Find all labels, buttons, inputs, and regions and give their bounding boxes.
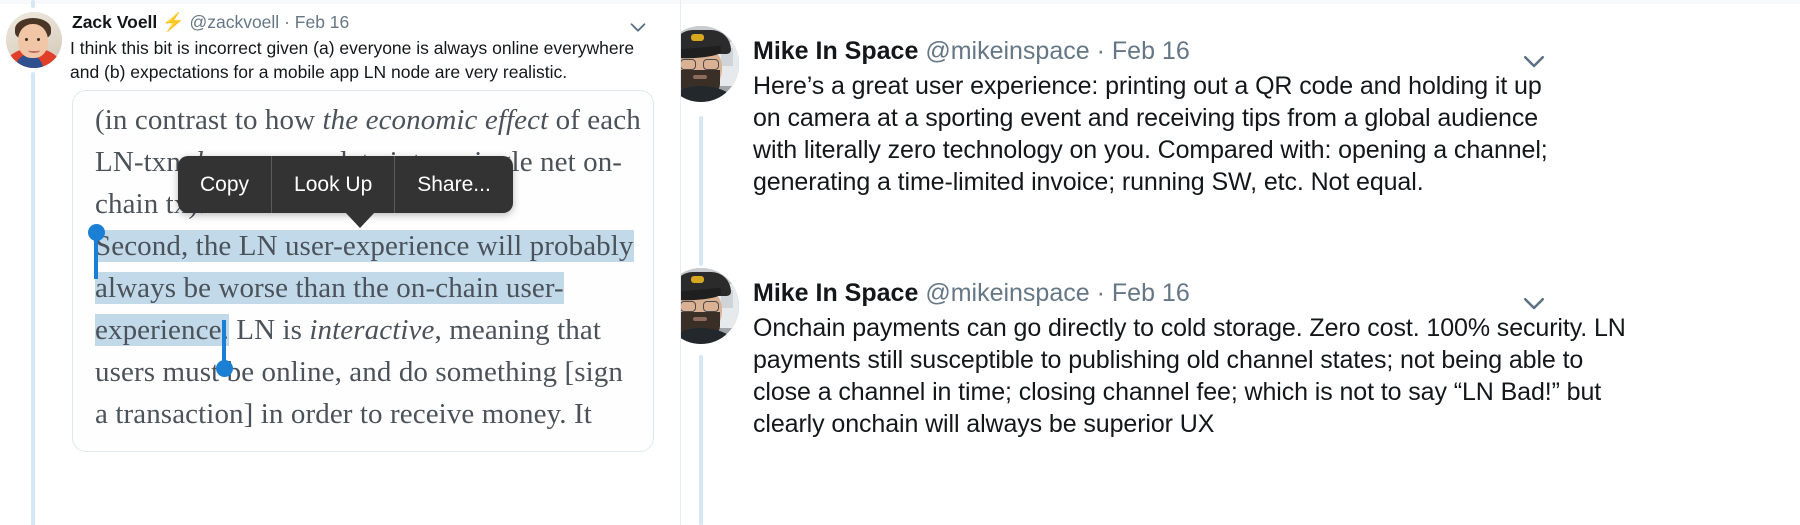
thread-line-below-tweet-1 <box>699 116 703 266</box>
timestamp[interactable]: Feb 16 <box>1112 279 1190 307</box>
context-menu-pointer <box>345 212 375 228</box>
left-thread-panel: Zack Voell ⚡ @zackvoell · Feb 16 I think… <box>0 0 680 525</box>
selection-end-handle[interactable] <box>216 360 233 377</box>
thread-line-bottom <box>31 72 35 525</box>
selected-text: experience. <box>95 314 229 346</box>
display-name[interactable]: Mike In Space <box>753 279 918 307</box>
selection-start-bar[interactable] <box>94 235 98 279</box>
selection-start-handle[interactable] <box>88 224 105 241</box>
right-thread-panel: Mike In Space @mikeinspace · Feb 16 Here… <box>680 0 1800 525</box>
book-line-1: (in contrast to how the economic effect … <box>95 104 641 136</box>
tweet-zack-voell[interactable]: Zack Voell ⚡ @zackvoell · Feb 16 I think… <box>0 4 680 82</box>
timestamp[interactable]: Feb 16 <box>295 12 349 32</box>
tweet-text: Here’s a great user experience: printing… <box>753 72 1548 196</box>
selection-end-bar[interactable] <box>222 320 226 364</box>
quoted-image-card[interactable]: (in contrast to how the economic effect … <box>72 90 654 452</box>
handle[interactable]: @zackvoell <box>189 12 279 32</box>
chevron-down-icon[interactable] <box>627 16 649 38</box>
top-strip <box>681 0 1800 4</box>
book-line-6: experience. LN is interactive, meaning t… <box>95 314 601 346</box>
text-selection-context-menu[interactable]: Copy Look Up Share... <box>178 156 513 213</box>
tweet-header: Mike In Space @mikeinspace · Feb 16 <box>753 279 1190 308</box>
tweet-text: Onchain payments can go directly to cold… <box>753 314 1626 438</box>
tweet-text: I think this bit is incorrect given (a) … <box>70 38 635 82</box>
book-passage: (in contrast to how the economic effect … <box>95 99 643 435</box>
separator: · <box>284 12 290 32</box>
book-line-5-highlight: always be worse than the on-chain user- <box>95 267 643 309</box>
avatar[interactable] <box>6 12 62 68</box>
context-menu-item-copy[interactable]: Copy <box>178 156 271 213</box>
separator: · <box>1096 37 1105 65</box>
handle[interactable]: @mikeinspace <box>925 37 1089 65</box>
thread-line-below-tweet-2 <box>699 355 703 525</box>
book-line-4-highlight: Second, the LN user-experience will prob… <box>95 225 643 267</box>
selected-text: always be worse than the on-chain user- <box>95 272 564 304</box>
context-menu-item-share[interactable]: Share... <box>394 156 513 213</box>
avatar[interactable] <box>681 268 739 344</box>
tweet-header: Mike In Space @mikeinspace · Feb 16 <box>753 37 1190 66</box>
tweet-header: Zack Voell ⚡ @zackvoell · Feb 16 <box>72 12 349 34</box>
separator: · <box>1096 279 1105 307</box>
lightning-bolt-icon: ⚡ <box>162 12 185 32</box>
avatar[interactable] <box>681 26 739 102</box>
book-line-8: a transaction] in order to receive money… <box>95 398 592 430</box>
selected-text: Second, the LN user-experience will prob… <box>95 230 634 262</box>
handle[interactable]: @mikeinspace <box>925 279 1089 307</box>
twitter-thread-comparison-screenshot: Zack Voell ⚡ @zackvoell · Feb 16 I think… <box>0 0 1800 525</box>
display-name[interactable]: Mike In Space <box>753 37 918 65</box>
display-name[interactable]: Zack Voell <box>72 12 157 32</box>
context-menu-item-look-up[interactable]: Look Up <box>271 156 394 213</box>
book-line-7: users must be online, and do something [… <box>95 356 623 388</box>
timestamp[interactable]: Feb 16 <box>1112 37 1190 65</box>
